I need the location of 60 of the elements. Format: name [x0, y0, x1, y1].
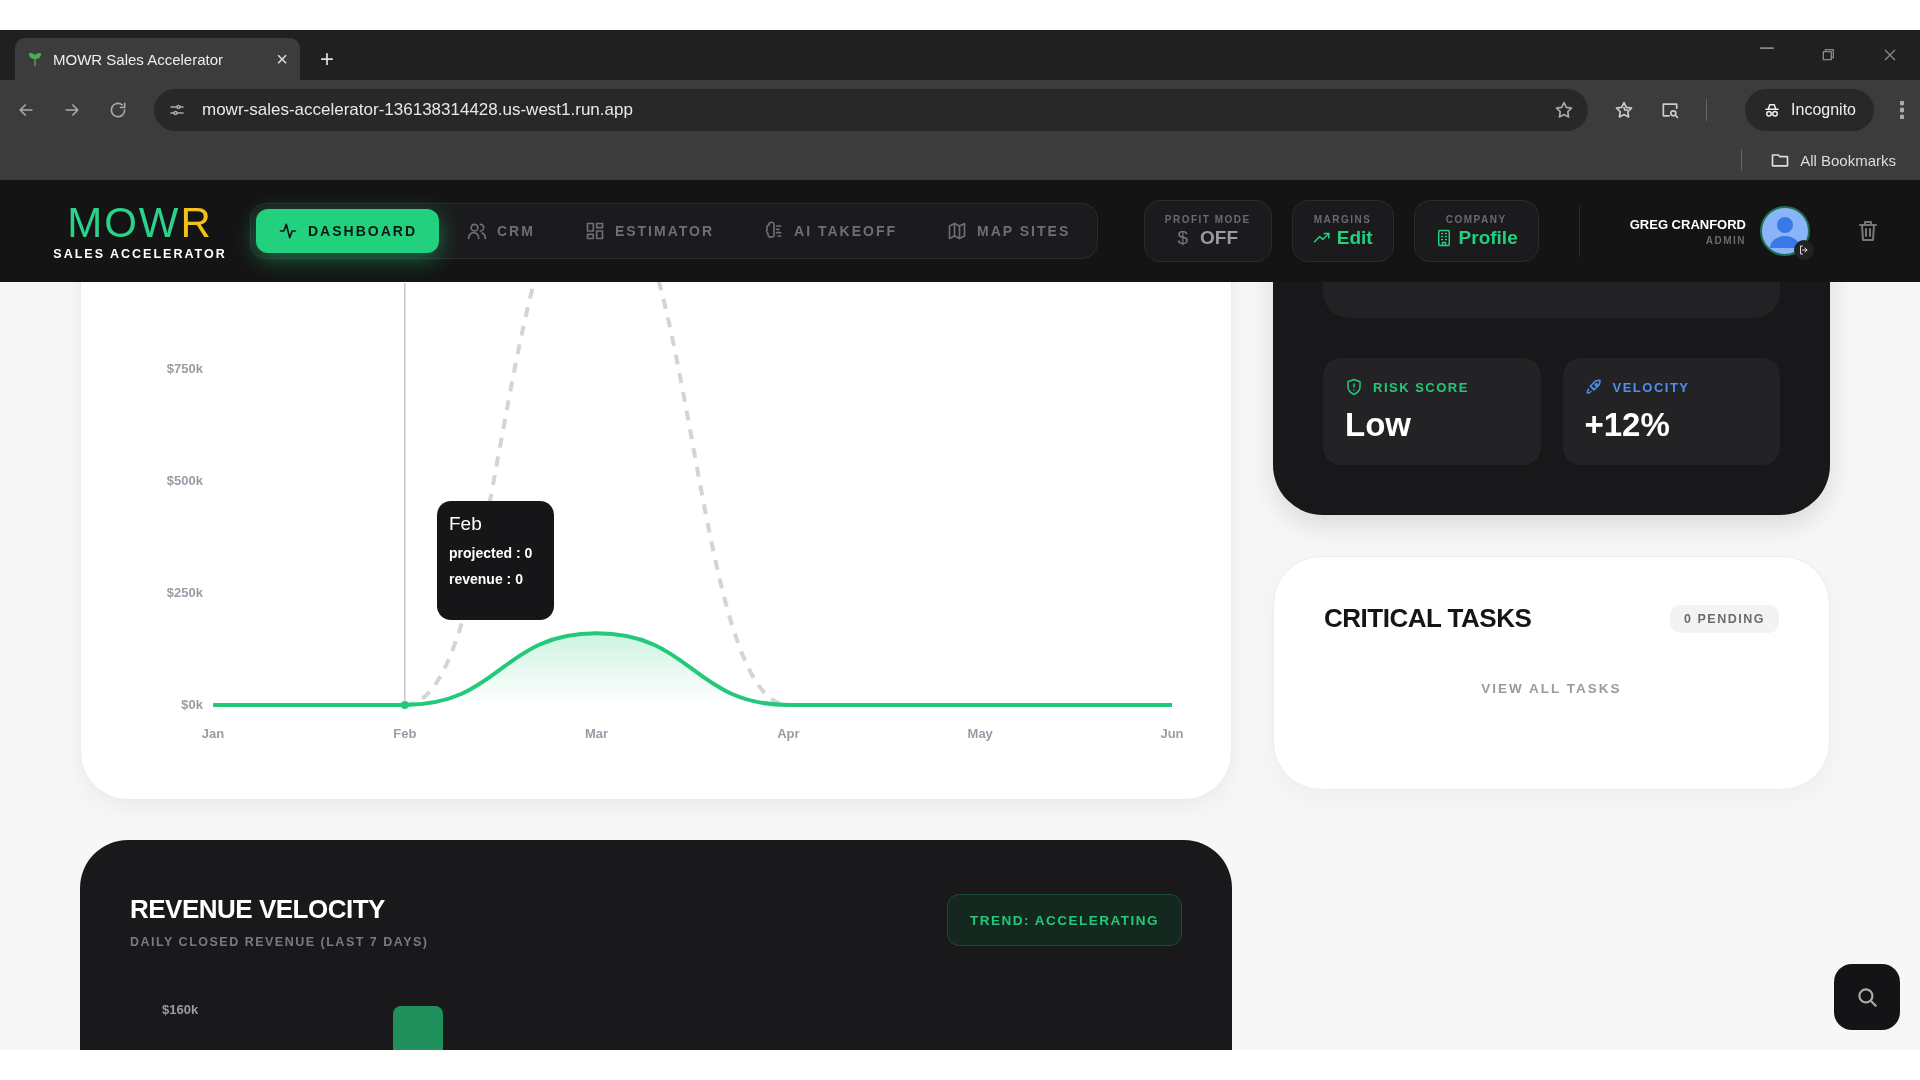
axis-label: $160k: [162, 1002, 199, 1017]
stat-value: +12%: [1584, 406, 1671, 444]
tooltip-value: projected : 0: [449, 545, 534, 561]
axis-label: Apr: [777, 726, 800, 741]
rocket-icon: [1584, 378, 1603, 396]
header-link-button[interactable]: COMPANY Profile: [1413, 200, 1539, 262]
logout-button[interactable]: [1794, 240, 1814, 260]
users-icon: [467, 221, 487, 241]
trash-icon: [1856, 219, 1880, 243]
logout-icon: [1798, 244, 1810, 256]
user-role: ADMIN: [1705, 234, 1746, 246]
bookmark-star-icon: [1554, 100, 1575, 120]
more-menu-icon: [1900, 101, 1904, 119]
logo-subtitle: SALES ACCELERATOR: [53, 247, 227, 261]
axis-label: Jun: [1160, 726, 1184, 741]
nav-tab[interactable]: DASHBOARD: [256, 209, 439, 253]
close-icon: [1882, 47, 1898, 63]
profit-mode-toggle[interactable]: PROFIT MODE $ OFF: [1143, 200, 1272, 262]
card-title: REVENUE VELOCITY: [130, 894, 386, 925]
sprout-icon: [27, 51, 43, 67]
activity-icon: [278, 221, 298, 241]
axis-label: $750k: [166, 361, 203, 376]
stat-label: VELOCITY: [1612, 379, 1690, 395]
delete-button[interactable]: [1856, 219, 1880, 243]
restore-icon: [1820, 47, 1836, 63]
starred-tabs-icon: [1614, 100, 1635, 120]
user-name: GREG CRANFORD: [1629, 216, 1746, 232]
axis-label: Mar: [585, 726, 609, 741]
axis-label: Jan: [201, 726, 225, 741]
map-icon: [947, 221, 967, 241]
reload-icon: [108, 100, 128, 120]
trend-badge: TREND: ACCELERATING: [947, 894, 1182, 946]
address-bar[interactable]: mowr-sales-accelerator-136138314428.us-west1.run.app: [154, 89, 1589, 131]
search-button[interactable]: [1834, 964, 1900, 1030]
all-bookmarks-button[interactable]: All Bookmarks: [1764, 149, 1902, 171]
card-title: CRITICAL TASKS: [1324, 603, 1532, 634]
axis-label: $0k: [181, 697, 203, 712]
url-text: mowr-sales-accelerator-136138314428.us-west1.run.app: [202, 100, 634, 120]
logo-wordmark: MOWR: [67, 201, 213, 245]
axis-label: $500k: [166, 473, 203, 488]
hover-point: [400, 701, 409, 709]
stat-value: Low: [1345, 406, 1412, 444]
grid-icon: [584, 221, 605, 241]
incognito-icon: [1763, 101, 1782, 119]
axis-label: Feb: [393, 726, 417, 741]
header-link-button[interactable]: MARGINS Edit: [1291, 200, 1394, 262]
new-tab-button[interactable]: +: [314, 38, 340, 80]
stat-label: RISK SCORE: [1373, 379, 1469, 395]
browser-tab[interactable]: MOWR Sales Accelerator ×: [15, 38, 300, 80]
tab-search-icon: [1660, 100, 1681, 120]
axis-label: $250k: [166, 585, 203, 600]
tooltip-value: revenue : 0: [449, 571, 524, 587]
incognito-button[interactable]: Incognito: [1745, 89, 1874, 131]
close-tab-button[interactable]: ×: [276, 47, 288, 71]
axis-label: May: [967, 726, 993, 741]
minimize-icon: [1760, 47, 1774, 49]
shield-icon: [1345, 378, 1363, 396]
pending-count-badge: 0 PENDING: [1670, 604, 1779, 633]
card-subtitle: DAILY CLOSED REVENUE (LAST 7 DAYS): [130, 935, 429, 949]
tooltip-title: Feb: [449, 513, 483, 535]
